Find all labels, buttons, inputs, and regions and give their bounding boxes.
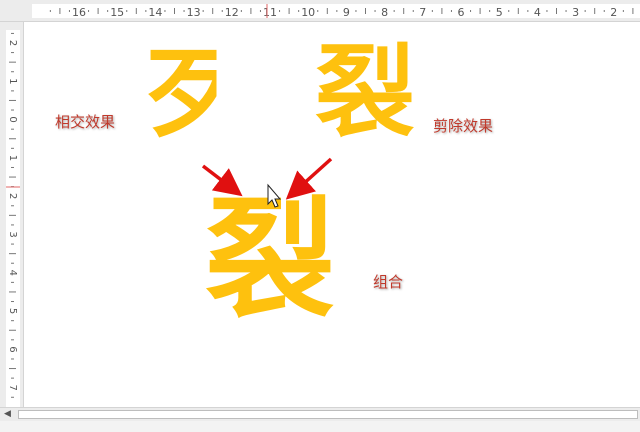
glyph-subtract-result[interactable]: 裂 — [315, 43, 415, 143]
ruler-label: 11 — [263, 6, 277, 19]
ruler-label: 10 — [301, 6, 315, 19]
status-bar — [0, 421, 640, 432]
ruler-label: 1 — [7, 78, 18, 84]
vertical-ruler-ticks: 2 1 0 1 2 3 4 5 6 7 — [6, 32, 20, 398]
glyph-combined-result[interactable]: 裂 — [205, 195, 335, 325]
slide-canvas[interactable]: 相交效果 剪除效果 组合 歹 裂 裂 — [25, 23, 640, 407]
ruler-label: 2 — [7, 40, 18, 46]
ruler-label: 8 — [381, 6, 388, 19]
label-intersect: 相交效果 — [55, 113, 116, 131]
ruler-label: 3 — [7, 231, 18, 237]
ruler-label: 14 — [148, 6, 162, 19]
ruler-label: 3 — [572, 6, 579, 19]
ruler-label: 6 — [458, 6, 465, 19]
ruler-label: 16 — [72, 6, 86, 19]
ruler-label: 2 — [610, 6, 617, 19]
ruler-label: 7 — [7, 385, 18, 391]
ruler-label: 2 — [7, 193, 18, 199]
ruler-label: 9 — [343, 6, 350, 19]
vertical-ruler: 2 1 0 1 2 3 4 5 6 7 — [0, 22, 24, 407]
ruler-label: 12 — [225, 6, 239, 19]
ruler-label: 4 — [7, 270, 18, 276]
scrollbar-thumb[interactable] — [18, 410, 638, 419]
glyph-intersect-result[interactable]: 歹 — [143, 45, 217, 143]
horizontal-ruler: 16 15 14 13 12 11 10 9 8 7 6 5 4 3 2 — [0, 0, 640, 22]
ruler-label: 5 — [496, 6, 503, 19]
ruler-label: 15 — [110, 6, 124, 19]
ruler-label: 5 — [7, 308, 18, 314]
ruler-label: 0 — [7, 116, 18, 122]
horizontal-ruler-ticks: 16 15 14 13 12 11 10 9 8 7 6 5 4 3 2 — [49, 4, 634, 19]
scroll-left-icon[interactable]: ◀ — [4, 409, 11, 419]
ruler-label: 7 — [419, 6, 426, 19]
label-subtract: 剪除效果 — [433, 117, 494, 135]
label-combine: 组合 — [373, 273, 404, 291]
ruler-label: 13 — [187, 6, 201, 19]
horizontal-scrollbar[interactable]: ◀ — [0, 407, 640, 421]
ruler-label: 4 — [534, 6, 541, 19]
ruler-label: 6 — [7, 346, 18, 352]
ruler-label: 1 — [7, 155, 18, 161]
